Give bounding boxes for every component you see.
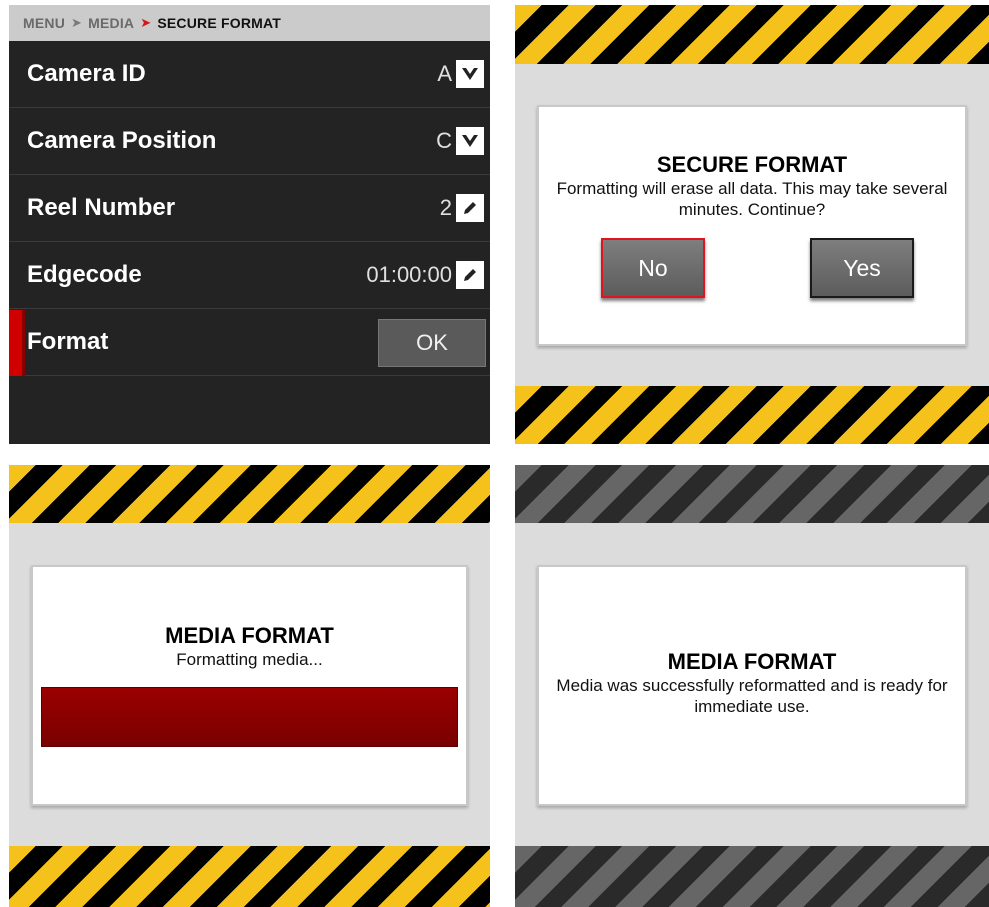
camera-position-select[interactable]: C xyxy=(436,127,484,155)
hazard-stripes-bottom xyxy=(515,846,989,907)
chevron-down-icon[interactable] xyxy=(456,127,484,155)
no-button[interactable]: No xyxy=(601,238,705,298)
menu-item-label: Camera Position xyxy=(27,127,217,154)
dialog-title: MEDIA FORMAT xyxy=(667,649,837,674)
menu-item-label: Camera ID xyxy=(27,60,146,87)
breadcrumb-media[interactable]: MEDIA xyxy=(88,15,134,31)
done-dialog: MEDIA FORMAT Media was successfully refo… xyxy=(537,565,967,806)
reel-number-value: 2 xyxy=(439,195,452,220)
camera-id-select[interactable]: A xyxy=(437,60,484,88)
breadcrumb-menu[interactable]: MENU xyxy=(23,15,65,31)
dialog-message: Formatting media... xyxy=(176,650,323,669)
breadcrumb-current: SECURE FORMAT xyxy=(157,15,282,31)
hazard-stripes-bottom xyxy=(515,386,989,444)
hazard-stripes-bottom xyxy=(9,846,490,907)
menu-item-label: Format xyxy=(27,328,109,355)
menu-item-format[interactable]: Format OK xyxy=(9,309,490,376)
format-ok-button[interactable]: OK xyxy=(378,319,486,367)
format-progress-bar xyxy=(41,687,458,747)
menu-item-camera-id[interactable]: Camera ID A xyxy=(9,41,490,108)
media-format-progress-screen: MEDIA FORMAT Formatting media... xyxy=(9,465,490,907)
hazard-stripes-top xyxy=(515,465,989,523)
camera-id-value: A xyxy=(437,61,452,86)
hazard-stripes-top xyxy=(515,5,989,64)
dialog-message: Formatting will erase all data. This may… xyxy=(556,179,948,219)
confirm-dialog: SECURE FORMAT Formatting will erase all … xyxy=(537,105,967,346)
progress-dialog: MEDIA FORMAT Formatting media... xyxy=(31,565,468,806)
menu-item-camera-position[interactable]: Camera Position C xyxy=(9,108,490,175)
pencil-icon[interactable] xyxy=(456,194,484,222)
dialog-title: SECURE FORMAT xyxy=(656,152,848,177)
secure-format-confirm-screen: SECURE FORMAT Formatting will erase all … xyxy=(515,5,989,444)
media-menu-screen: MENU ➤ MEDIA ➤ SECURE FORMAT Camera ID A… xyxy=(9,5,490,444)
selection-indicator xyxy=(9,310,25,376)
breadcrumb-separator-icon: ➤ xyxy=(140,15,152,30)
menu-item-reel-number[interactable]: Reel Number 2 xyxy=(9,175,490,242)
breadcrumb-separator-icon: ➤ xyxy=(71,15,83,30)
yes-button[interactable]: Yes xyxy=(810,238,914,298)
media-format-done-screen: MEDIA FORMAT Media was successfully refo… xyxy=(515,465,989,907)
menu-item-edgecode[interactable]: Edgecode 01:00:00 xyxy=(9,242,490,309)
dialog-message: Media was successfully reformatted and i… xyxy=(556,676,948,716)
menu-item-label: Edgecode xyxy=(27,261,142,288)
edgecode-field[interactable]: 01:00:00 xyxy=(366,261,484,289)
chevron-down-icon[interactable] xyxy=(456,60,484,88)
menu-item-label: Reel Number xyxy=(27,194,176,221)
hazard-stripes-top xyxy=(9,465,490,523)
edgecode-value: 01:00:00 xyxy=(366,262,452,287)
dialog-title: MEDIA FORMAT xyxy=(165,623,334,648)
reel-number-field[interactable]: 2 xyxy=(440,194,484,222)
camera-position-value: C xyxy=(436,128,452,153)
pencil-icon[interactable] xyxy=(456,261,484,289)
breadcrumb: MENU ➤ MEDIA ➤ SECURE FORMAT xyxy=(9,5,490,41)
